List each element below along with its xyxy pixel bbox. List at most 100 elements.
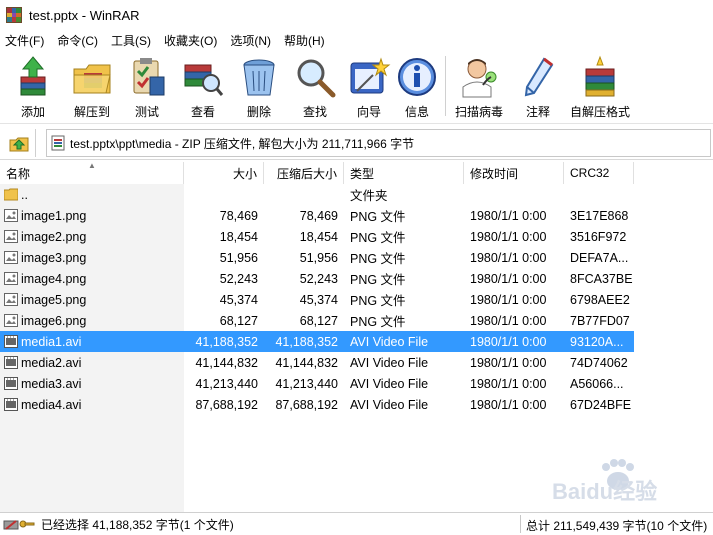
file-crc: 7B77FD07 [570,313,630,328]
file-packed-size: 78,469 [299,208,338,223]
table-row[interactable]: image5.png 45,374 45,374 PNG 文件 1980/1/1 0:0… [0,289,713,310]
column-packed-label: 压缩后大小 [276,166,337,181]
test-button[interactable]: 测试 [124,50,170,122]
file-type: PNG 文件 [350,252,406,266]
delete-button[interactable]: 删除 [236,50,282,122]
image-file-icon [4,251,18,264]
column-modified-label: 修改时间 [470,166,519,181]
file-crc: 67D24BFE [570,397,632,412]
comment-button[interactable]: 注释 [515,50,561,122]
column-header-packed[interactable]: 压缩后大小 [264,162,344,184]
add-button[interactable]: 添加 [10,50,56,122]
table-row[interactable]: image3.png 51,956 51,956 PNG 文件 1980/1/1 0:0… [0,247,713,268]
status-bar: 已经选择 41,188,352 字节(1 个文件) 总计 211,549,439… [0,512,713,535]
find-magnifier-icon [293,54,337,100]
video-file-icon [4,398,18,411]
scan-virus-label: 扫描病毒 [454,105,503,119]
file-size: 41,188,352 [184,331,264,352]
wizard-icon [347,54,391,100]
file-packed-size: 41,188,352 [264,331,344,352]
menu-help[interactable]: 帮助(H) [280,32,329,49]
file-name: media3.avi [21,376,82,391]
file-modified: 1980/1/1 0:00 [470,271,547,286]
toolbar: 添加 解压到 测试 查看 删除 查找 向导 信息 扫描病毒 注释 自解压格式 [0,50,713,124]
file-packed-size: 41,144,832 [275,355,338,370]
row-name-cell: media2.avi [0,352,184,373]
file-name: media4.avi [21,397,82,412]
comment-pen-icon [516,54,560,100]
add-books-icon [11,54,55,100]
table-row[interactable]: image1.png 78,469 78,469 PNG 文件 1980/1/1 0:0… [0,205,713,226]
column-header-modified[interactable]: 修改时间 [464,162,564,184]
column-size-label: 大小 [232,166,257,181]
column-type-label: 类型 [350,166,375,181]
file-name: media2.avi [21,355,82,370]
file-packed-size: 87,688,192 [275,397,338,412]
sfx-button[interactable]: 自解压格式 [567,50,633,122]
file-crc: 74D74062 [570,355,628,370]
column-header-type[interactable]: 类型 [344,162,464,184]
menu-tools[interactable]: 工具(S) [107,32,155,49]
file-type: PNG 文件 [350,315,406,329]
file-size: 51,956 [219,250,258,265]
table-row[interactable]: media4.avi 87,688,192 87,688,192 AVI Video … [0,394,713,415]
disk-icon [3,520,19,530]
scan-virus-button[interactable]: 扫描病毒 [451,50,507,122]
key-icon [19,520,35,528]
wizard-button[interactable]: 向导 [346,50,392,122]
column-header-name[interactable]: 名称 ▲ [0,161,184,184]
file-size: 52,243 [219,271,258,286]
column-header-crc[interactable]: CRC32 [564,162,634,184]
table-row[interactable]: image4.png 52,243 52,243 PNG 文件 1980/1/1 0:0… [0,268,713,289]
file-packed-size: 45,374 [299,292,338,307]
address-field[interactable]: test.pptx\ppt\media - ZIP 压缩文件, 解包大小为 21… [46,129,711,157]
row-name-cell: image5.png [0,289,184,310]
up-folder-icon [9,137,28,152]
column-name-label: 名称 [6,166,31,181]
delete-bin-icon [237,54,281,100]
address-bar: test.pptx\ppt\media - ZIP 压缩文件, 解包大小为 21… [0,127,713,160]
table-row[interactable]: media2.avi 41,144,832 41,144,832 AVI Video … [0,352,713,373]
menu-bar: 文件(F) 命令(C) 工具(S) 收藏夹(O) 选项(N) 帮助(H) [0,30,713,50]
status-total: 总计 211,549,439 字节(10 个文件) [526,519,708,533]
info-button[interactable]: 信息 [394,50,440,122]
menu-options[interactable]: 选项(N) [226,32,275,49]
view-button[interactable]: 查看 [180,50,226,122]
row-name-cell: .. [0,184,184,205]
file-name: image6.png [21,313,87,328]
extract-to-button[interactable]: 解压到 [66,50,118,122]
row-name-cell: image3.png [0,247,184,268]
column-header-size[interactable]: 大小 [184,162,264,184]
table-row[interactable]: image6.png 68,127 68,127 PNG 文件 1980/1/1 0:0… [0,310,713,331]
menu-file[interactable]: 文件(F) [1,32,48,49]
file-packed-size: 52,243 [299,271,338,286]
file-name: image5.png [21,292,87,307]
title-bar: test.pptx - WinRAR [0,0,713,30]
file-type: AVI Video File [350,355,429,370]
file-size: 18,454 [219,229,258,244]
file-crc: 93120A... [564,331,634,352]
menu-favorites[interactable]: 收藏夹(O) [160,32,221,49]
file-type: AVI Video File [350,397,429,412]
row-name-cell: image4.png [0,268,184,289]
menu-commands[interactable]: 命令(C) [53,32,102,49]
image-file-icon [4,293,18,306]
file-packed-size: 18,454 [299,229,338,244]
image-file-icon [4,314,18,327]
address-path: test.pptx\ppt\media - ZIP 压缩文件, 解包大小为 21… [70,136,415,151]
file-crc: 8FCA37BE [570,271,633,286]
sfx-label: 自解压格式 [569,105,630,119]
table-row[interactable]: image2.png 18,454 18,454 PNG 文件 1980/1/1 0:0… [0,226,713,247]
file-type: PNG 文件 [350,210,406,224]
table-row[interactable]: .. 文件夹 [0,184,713,205]
row-name-cell: media1.avi [0,331,184,352]
file-size: 45,374 [219,292,258,307]
video-file-icon [4,377,18,390]
table-row[interactable]: media3.avi 41,213,440 41,213,440 AVI Video … [0,373,713,394]
file-name: image4.png [21,271,87,286]
find-button[interactable]: 查找 [292,50,338,122]
up-folder-button[interactable] [2,129,36,157]
watermark-text: Baidu经验 [552,479,657,504]
table-row[interactable]: media1.avi 41,188,352 41,188,352 AVI Video … [0,331,713,352]
scan-virus-doctor-icon [457,54,501,100]
